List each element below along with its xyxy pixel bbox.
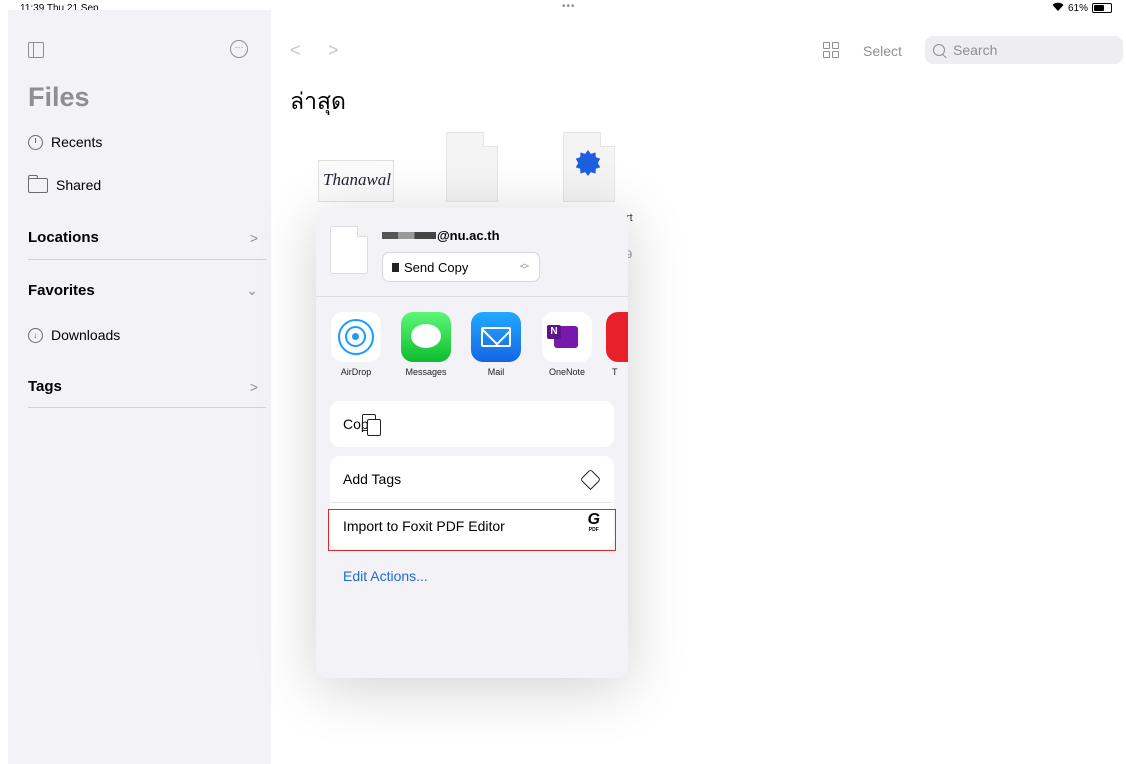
airdrop-icon: [331, 312, 381, 362]
sidebar-item-downloads[interactable]: ↓ Downloads: [28, 327, 120, 343]
app-label: AirDrop: [340, 367, 372, 377]
action-copy[interactable]: Copy: [330, 401, 614, 447]
send-mode-select[interactable]: Send Copy ︿ ﹀: [382, 252, 540, 282]
share-apps-row: AirDrop Messages Mail N OneNote T: [316, 312, 628, 382]
shared-folder-icon: [28, 174, 48, 193]
share-sheet: @nu.ac.th Send Copy ︿ ﹀ AirDrop Messages …: [316, 208, 628, 678]
share-app-airdrop[interactable]: AirDrop: [326, 312, 386, 377]
battery-percent: 61%: [1067, 2, 1088, 14]
share-app-onenote[interactable]: N OneNote: [537, 312, 597, 377]
section-label: Favorites: [28, 282, 95, 299]
partial-app-icon: [606, 312, 628, 362]
action-add-tags[interactable]: Add Tags: [330, 456, 614, 502]
select-button[interactable]: Select: [863, 43, 902, 59]
file-thumbnail-document[interactable]: [446, 132, 498, 202]
redacted-email: [382, 232, 436, 239]
sidebar-toggle-icon[interactable]: [28, 42, 44, 58]
status-indicators: 61%: [1052, 2, 1112, 14]
sidebar-item-recents[interactable]: Recents: [28, 134, 102, 150]
app-label: Messages: [405, 367, 447, 377]
search-input[interactable]: [951, 41, 1105, 59]
chevron-right-icon: >: [249, 378, 258, 395]
page-title: ล่าสุด: [290, 88, 346, 114]
app-label: T: [612, 367, 618, 377]
chevron-down-icon: ⌄: [246, 282, 258, 298]
messages-icon: [401, 312, 451, 362]
foxit-pdf-icon: G PDF: [587, 511, 600, 534]
action-import-foxit[interactable]: Import to Foxit PDF Editor G PDF: [330, 502, 614, 549]
divider: [28, 259, 266, 260]
document-icon: [330, 226, 368, 274]
share-app-partial[interactable]: T: [606, 312, 628, 377]
sidebar-item-label: Downloads: [51, 327, 121, 343]
chevron-right-icon: >: [249, 229, 258, 246]
tag-icon: [579, 468, 602, 491]
section-label: Locations: [28, 229, 99, 246]
sidebar: ··· Files Recents Shared Locations > Fav…: [8, 10, 271, 764]
share-app-messages[interactable]: Messages: [396, 312, 456, 377]
document-glyph-icon: [392, 262, 399, 272]
chevron-updown-icon: ︿ ﹀: [519, 258, 529, 275]
back-button[interactable]: <: [290, 40, 301, 61]
sidebar-item-label: Recents: [51, 134, 103, 150]
action-label: Add Tags: [343, 471, 402, 487]
sidebar-title: Files: [28, 82, 90, 112]
section-label: Tags: [28, 378, 62, 395]
sidebar-section-locations[interactable]: Locations >: [28, 229, 258, 246]
mail-icon: [471, 312, 521, 362]
file-thumbnail-signature[interactable]: Thanawal: [318, 160, 394, 202]
share-sheet-header: @nu.ac.th Send Copy ︿ ﹀: [316, 208, 628, 297]
share-app-mail[interactable]: Mail: [466, 312, 526, 377]
page-fold-icon: [483, 132, 498, 147]
download-icon: ↓: [28, 327, 43, 343]
action-group-copy: Copy: [330, 401, 614, 447]
action-group-main: Add Tags Import to Foxit PDF Editor G PD…: [330, 456, 614, 549]
copy-icon: [361, 413, 381, 436]
clock-icon: [28, 134, 43, 150]
grid-view-icon[interactable]: [823, 42, 839, 58]
battery-icon: [1092, 3, 1112, 13]
share-recipient: @nu.ac.th: [382, 228, 500, 243]
sidebar-section-tags[interactable]: Tags >: [28, 378, 258, 395]
sidebar-section-favorites[interactable]: Favorites ⌄: [28, 282, 258, 299]
app-label: OneNote: [548, 367, 586, 377]
page-fold-icon: [600, 132, 615, 147]
search-icon: [933, 44, 945, 56]
app-label: Mail: [487, 367, 505, 377]
forward-button[interactable]: >: [328, 40, 339, 61]
wifi-icon: [1052, 2, 1064, 14]
divider: [28, 407, 266, 408]
action-label: Import to Foxit PDF Editor: [343, 518, 505, 534]
sidebar-item-shared[interactable]: Shared: [28, 174, 102, 193]
more-options-icon[interactable]: ···: [230, 40, 248, 58]
recipient-domain: @nu.ac.th: [437, 228, 500, 243]
send-mode-value: Send Copy: [404, 259, 469, 275]
search-field[interactable]: [925, 36, 1123, 64]
onenote-icon: N: [542, 312, 592, 362]
sidebar-item-label: Shared: [56, 177, 102, 193]
edit-actions-link[interactable]: Edit Actions...: [343, 568, 428, 584]
multitasking-dots[interactable]: •••: [562, 1, 576, 12]
